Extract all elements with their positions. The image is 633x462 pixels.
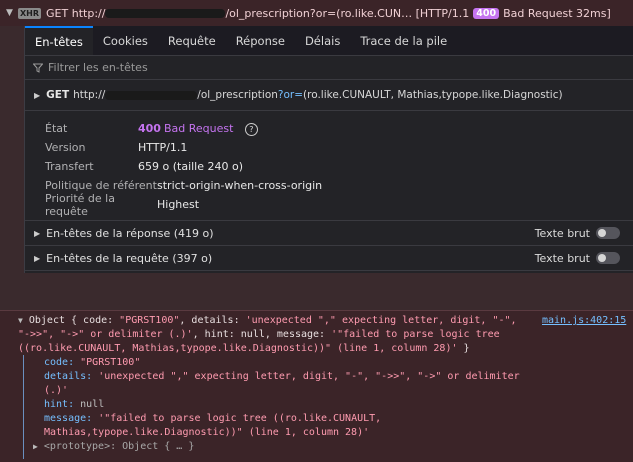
console-prototype[interactable]: ▶ <prototype>: Object { … } [33,441,194,452]
console-prop-details-cont: (.)' [44,385,68,396]
prop-value: strict-origin-when-cross-origin [157,179,323,192]
console-key: code: [44,357,75,368]
network-details-panel: En-têtes Cookies Requête Réponse Délais … [24,26,633,273]
console-prop-message: message: '"failed to parse logic tree ((… [44,413,381,424]
tab-requete[interactable]: Requête [158,26,226,55]
prop-value: 400 Bad Request ? [138,122,258,136]
console-string: (.)' [44,385,69,396]
tab-reponse[interactable]: Réponse [226,26,295,55]
console-string: "PGRST100" [119,315,180,326]
url-row-prefix: http:// [73,89,106,101]
details-tabs: En-têtes Cookies Requête Réponse Délais … [25,26,633,56]
expand-triangle-icon[interactable]: ▶ [34,254,40,263]
prop-value: Highest [157,198,200,211]
url-row-method: GET [46,89,70,101]
prop-transfert: Transfert 659 o (taille 240 o) [25,157,633,176]
console-string: "PGRST100" [80,357,141,368]
url-row-path: /ol_prescription [197,89,278,101]
console-tree-gutter [23,355,24,459]
response-headers-section[interactable]: ▶ En-têtes de la réponse (419 o) Texte b… [25,221,633,246]
console-error-output: ▼ Object { code: "PGRST100", details: 'u… [0,310,633,462]
raw-toggle-group[interactable]: Texte brut [535,221,620,245]
console-prototype-text: <prototype>: Object { … } [43,441,195,452]
help-icon[interactable]: ? [244,122,258,136]
console-key: hint: [44,399,75,410]
request-protocol: [HTTP/1.1 [415,6,470,20]
console-prop-hint: hint: null [44,399,104,410]
request-headers-section[interactable]: ▶ En-têtes de la requête (397 o) Texte b… [25,246,633,271]
console-text: , details: [179,315,246,326]
url-row-query: ?or= [277,89,304,101]
status-code: 400 [138,121,161,135]
tab-cookies[interactable]: Cookies [93,26,158,55]
console-string: 'unexpected "," expecting letter, digit,… [98,371,520,382]
prop-value: HTTP/1.1 [138,141,188,154]
console-prop-code: code: "PGRST100" [44,357,140,368]
collapse-caret-icon[interactable]: ▼ [6,8,18,18]
console-source-link[interactable]: main.js:402:15 [542,315,626,326]
section-label: En-têtes de la requête (397 o) [46,251,213,265]
prop-priorite: Priorité de la requête Highest [25,192,633,218]
console-string: "->>", "->" or delimiter (.)' [18,329,193,340]
console-key: message: [44,413,93,424]
console-text: , hint: null, message: [192,329,332,340]
console-string: 'unexpected "," expecting letter, digit,… [245,315,517,326]
request-method: GET [46,6,69,20]
raw-toggle-switch[interactable] [596,252,620,264]
redacted-host [105,8,226,18]
filter-icon [33,63,43,73]
xhr-badge: XHR [18,7,42,19]
tab-delais[interactable]: Délais [295,26,350,55]
raw-toggle-group[interactable]: Texte brut [535,246,620,270]
tab-trace-de-la-pile[interactable]: Trace de la pile [350,26,457,55]
request-status-text: Bad Request 32ms] [503,6,611,20]
prop-label: Version [45,141,86,154]
filter-headers-input[interactable]: Filtrer les en-têtes [25,56,633,80]
console-string: '"failed to parse logic tree [331,329,500,340]
console-object-line-2: "->>", "->" or delimiter (.)', hint: nul… [18,329,500,340]
console-prop-details: details: 'unexpected "," expecting lette… [44,371,520,382]
raw-label: Texte brut [534,251,590,265]
console-key: details: [44,371,93,382]
request-url-prefix[interactable]: http:// [72,7,106,20]
request-url-suffix[interactable]: /ol_prescription?or=(ro.like.CUN… [225,7,412,20]
prop-label: Politique de référent [45,179,157,192]
console-string: Mathias,typope.like.Diagnostic))" (line … [44,427,370,438]
section-label: En-têtes de la réponse (419 o) [46,226,214,240]
prop-label: Priorité de la requête [45,191,115,218]
status-code-badge: 400 [473,7,500,19]
prop-version: Version HTTP/1.1 [25,138,633,157]
url-row-query-value: (ro.like.CUNAULT, Mathias,typope.like.Di… [303,89,563,101]
raw-toggle-switch[interactable] [596,227,620,239]
tab-en-tetes[interactable]: En-têtes [25,26,93,55]
expand-triangle-icon[interactable]: ▶ [34,229,40,238]
console-null: null [80,399,105,410]
console-text: } [457,343,470,354]
object-expand-caret-icon[interactable]: ▼ [18,316,23,325]
console-prop-message-cont: Mathias,typope.like.Diagnostic))" (line … [44,427,369,438]
console-object-line-1[interactable]: ▼ Object { code: "PGRST100", details: 'u… [18,315,517,326]
console-text: Object { code: [28,315,120,326]
console-string: '"failed to parse logic tree ((ro.like.C… [98,413,382,424]
expand-triangle-icon[interactable]: ▶ [34,91,40,100]
console-string: ((ro.like.CUNAULT, Mathias,typope.like.D… [18,343,458,354]
prop-value: 659 o (taille 240 o) [138,160,244,173]
prop-label: Transfert [45,160,94,173]
request-summary-row[interactable]: ▼ XHR GET http:// /ol_prescription?or=(r… [0,0,633,26]
status-text: Bad Request [163,121,234,135]
request-url-row[interactable]: ▶ GET http:// /ol_prescription ?or= (ro.… [25,80,633,111]
redacted-host [105,90,198,100]
console-object-line-3: ((ro.like.CUNAULT, Mathias,typope.like.D… [18,343,470,354]
prototype-expand-caret-icon[interactable]: ▶ [33,442,38,451]
prop-label: État [45,122,68,135]
raw-label: Texte brut [534,226,590,240]
prop-etat: État 400 Bad Request ? [25,119,633,138]
response-properties: État 400 Bad Request ? Version HTTP/1.1 T… [25,111,633,221]
filter-placeholder: Filtrer les en-têtes [48,61,148,74]
